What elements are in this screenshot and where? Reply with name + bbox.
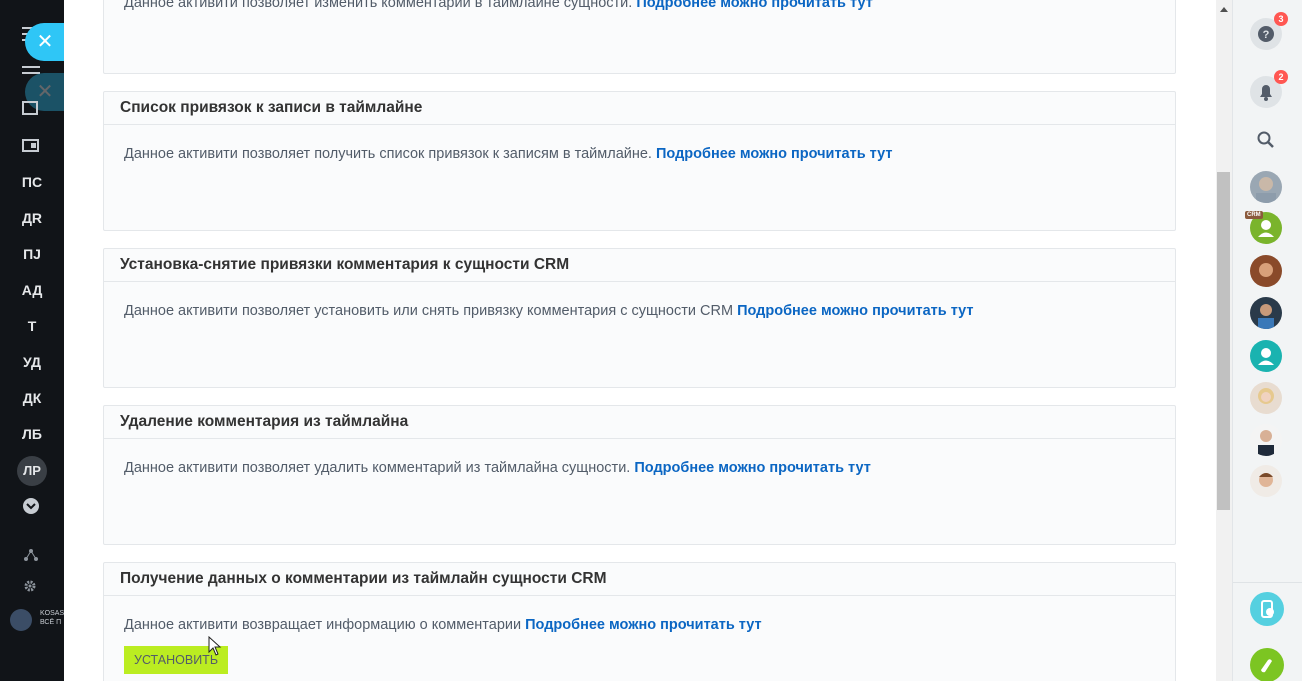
main-content: Данное активити позволяет изменить комме… xyxy=(64,0,1216,681)
gear-icon[interactable] xyxy=(22,578,40,594)
nav-item-2[interactable]: ПJ xyxy=(0,246,64,262)
activity-card: Список привязок к записи в таймлайне Дан… xyxy=(103,91,1176,231)
nav-item-5[interactable]: УД xyxy=(0,354,64,370)
user-photo-icon xyxy=(1258,388,1274,404)
read-more-link[interactable]: Подробнее можно прочитать тут xyxy=(656,146,892,162)
left-sidebar: ✕ ✕ ПС ДR ПJ АД Т УД ДК ЛБ ЛР KOSAS ВСЁ … xyxy=(0,0,65,681)
nav-item-avatar[interactable]: ЛР xyxy=(17,456,47,486)
company-logo: KOSAS ВСЁ П xyxy=(10,607,64,631)
activity-card: Данное активити позволяет изменить комме… xyxy=(103,0,1176,74)
card-description: Данное активити возвращает информацию о … xyxy=(124,617,522,633)
card-body: Данное активити возвращает информацию о … xyxy=(104,596,1175,674)
mouse-cursor-icon xyxy=(208,636,222,656)
nav-item-1[interactable]: ДR xyxy=(0,210,64,226)
user-photo-icon xyxy=(1259,263,1273,277)
card-description: Данное активити позволяет изменить комме… xyxy=(124,0,633,11)
user-placeholder-icon xyxy=(1258,348,1274,365)
logo-mark-icon xyxy=(10,609,32,631)
user-photo-icon xyxy=(1258,304,1274,329)
nav-item-0[interactable]: ПС xyxy=(0,174,64,190)
read-more-link[interactable]: Подробнее можно прочитать тут xyxy=(634,460,870,476)
contact-card-icon[interactable] xyxy=(22,138,40,154)
card-body: Данное активити позволяет удалить коммен… xyxy=(104,439,1175,476)
card-description: Данное активити позволяет установить или… xyxy=(124,303,734,319)
user-photo-icon xyxy=(1259,473,1273,487)
read-more-link[interactable]: Подробнее можно прочитать тут xyxy=(636,0,872,11)
logo-text: KOSAS ВСЁ П xyxy=(40,610,64,626)
card-body: Данное активити позволяет изменить комме… xyxy=(104,0,1175,11)
activity-card: Получение данных о комментарии из таймла… xyxy=(103,562,1176,681)
crm-tag: CRM xyxy=(1245,211,1263,219)
user-avatar[interactable] xyxy=(1250,424,1282,456)
sitemap-icon[interactable] xyxy=(22,548,40,562)
search-icon[interactable] xyxy=(1256,130,1276,150)
help-button[interactable]: ? 3 xyxy=(1250,12,1288,50)
right-sidebar: ? 3 2 CRM xyxy=(1232,0,1302,681)
activity-card: Удаление комментария из таймлайна Данное… xyxy=(103,405,1176,545)
svg-text:?: ? xyxy=(1263,29,1270,41)
right-bar-divider xyxy=(1233,582,1302,583)
card-title: Список привязок к записи в таймлайне xyxy=(104,92,1175,125)
card-title: Удаление комментария из таймлайна xyxy=(104,406,1175,439)
card-description: Данное активити позволяет удалить коммен… xyxy=(124,460,631,476)
read-more-link[interactable]: Подробнее можно прочитать тут xyxy=(525,617,761,633)
card-description: Данное активити позволяет получить списо… xyxy=(124,146,652,162)
mobile-app-button[interactable] xyxy=(1250,592,1284,626)
mobile-phone-icon xyxy=(1261,600,1274,618)
read-more-link[interactable]: Подробнее можно прочитать тут xyxy=(737,303,973,319)
user-photo-icon xyxy=(1258,430,1274,456)
call-button[interactable] xyxy=(1250,648,1284,681)
user-avatar[interactable] xyxy=(1250,465,1282,497)
card-body: Данное активити позволяет установить или… xyxy=(104,282,1175,319)
nav-item-7[interactable]: ЛБ xyxy=(0,426,64,442)
nav-item-3[interactable]: АД xyxy=(0,282,64,298)
notifications-badge: 2 xyxy=(1274,70,1288,84)
chevron-down-icon[interactable] xyxy=(22,497,40,515)
user-avatar[interactable] xyxy=(1250,340,1282,372)
user-avatar[interactable] xyxy=(1250,255,1282,287)
card-title: Получение данных о комментарии из таймла… xyxy=(104,563,1175,596)
user-avatar[interactable] xyxy=(1250,297,1282,329)
calendar-icon[interactable] xyxy=(22,100,40,116)
card-body: Данное активити позволяет получить списо… xyxy=(104,125,1175,162)
help-badge: 3 xyxy=(1274,12,1288,26)
user-photo-icon xyxy=(1256,177,1276,203)
user-avatar[interactable] xyxy=(1250,171,1282,203)
user-avatar[interactable] xyxy=(1250,382,1282,414)
nav-item-6[interactable]: ДК xyxy=(0,390,64,406)
page-scrollbar[interactable] xyxy=(1216,0,1232,681)
notifications-button[interactable]: 2 xyxy=(1250,70,1288,108)
phone-icon xyxy=(1261,659,1272,673)
scroll-up-arrow-icon[interactable] xyxy=(1220,7,1228,12)
close-slider-button[interactable]: ✕ xyxy=(25,23,65,61)
activity-card: Установка-снятие привязки комментария к … xyxy=(103,248,1176,388)
card-title: Установка-снятие привязки комментария к … xyxy=(104,249,1175,282)
nav-item-4[interactable]: Т xyxy=(0,318,64,334)
scrollbar-thumb[interactable] xyxy=(1217,172,1230,510)
